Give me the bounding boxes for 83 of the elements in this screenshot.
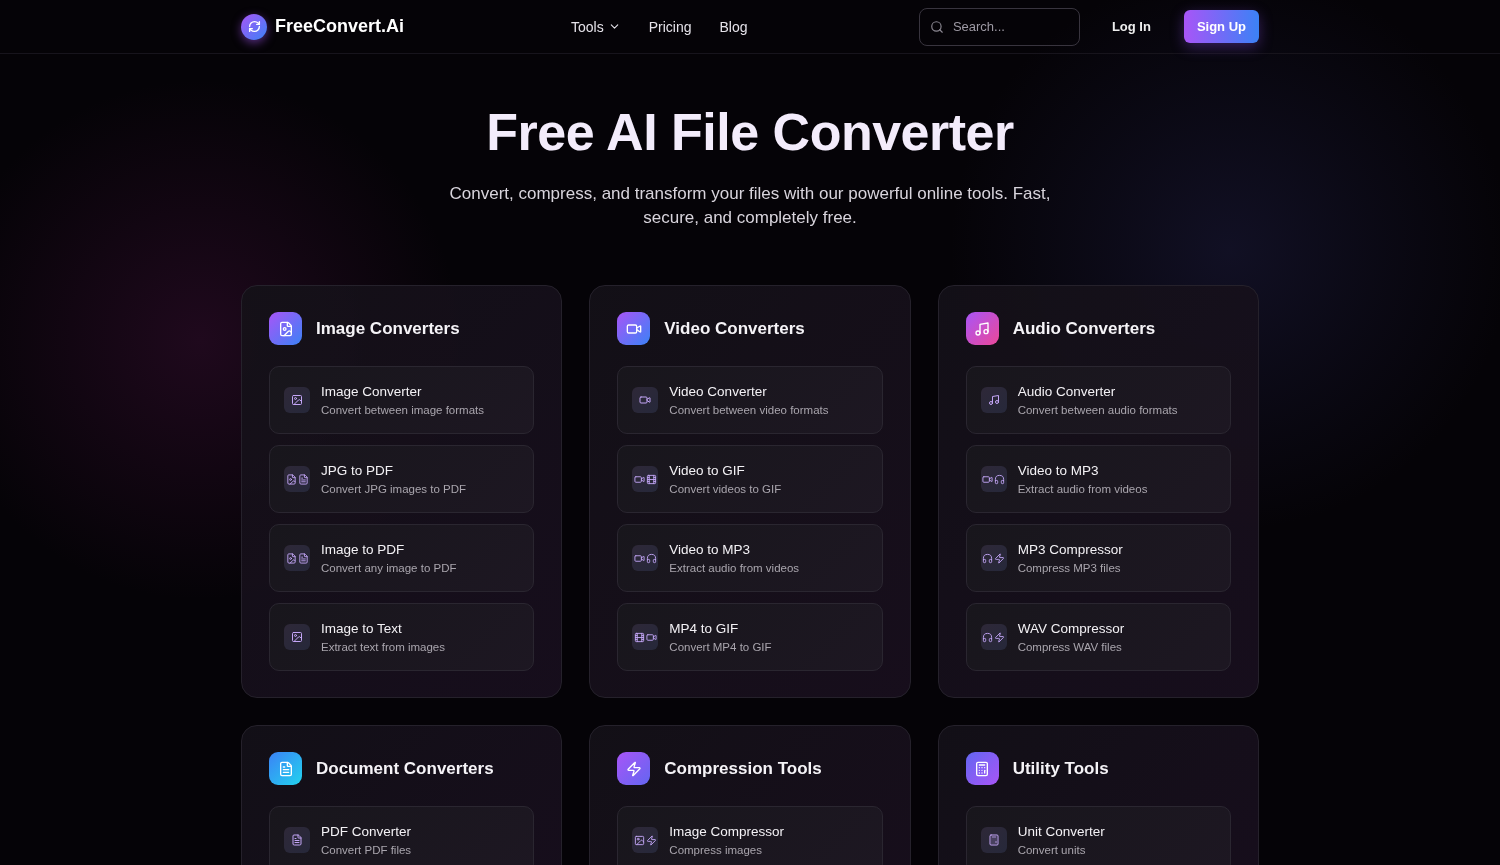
hero-title: Free AI File Converter [486, 102, 1014, 162]
tool-description: Convert MP4 to GIF [669, 641, 772, 653]
category-title: Video Converters [664, 318, 805, 339]
tool-description: Convert between image formats [321, 404, 484, 416]
tool-description: Convert between video formats [669, 404, 829, 416]
tool-name: Unit Converter [1017, 824, 1105, 839]
nav-link[interactable]: Blog [719, 18, 748, 35]
tool-item[interactable]: Audio Converter Convert between audio formats [965, 366, 1231, 434]
tool-item[interactable]: Video Converter Convert between video formats [617, 366, 883, 434]
tool-name: MP4 to GIF [669, 621, 740, 636]
tool-item[interactable]: Video to MP3 Extract audio from videos [617, 524, 883, 592]
document-icon [284, 827, 310, 853]
tool-name: PDF Converter [321, 824, 412, 839]
tool-item[interactable]: Unit Converter Convert units [965, 806, 1231, 865]
tool-name: Image Converter [321, 384, 423, 399]
image-to-document-icon [284, 466, 310, 492]
tool-item[interactable]: WAV Compressor Compress WAV files [965, 603, 1231, 671]
tool-name: Video to GIF [669, 463, 746, 478]
tool-description: Convert units [1017, 844, 1087, 856]
tool-description: Compress WAV files [1017, 641, 1123, 653]
image-file-icon [269, 312, 302, 345]
music-note-icon [980, 387, 1007, 413]
tool-name: Audio Converter [1017, 384, 1117, 399]
category-title: Compression Tools [664, 758, 822, 779]
tool-name: Image to Text [321, 621, 403, 636]
calculator-icon [980, 827, 1007, 853]
tool-description: Convert between audio formats [1017, 404, 1178, 416]
tool-description: Compress MP3 files [1017, 562, 1122, 574]
video-camera-icon [632, 387, 659, 413]
tool-description: Extract text from images [321, 641, 445, 653]
nav-link[interactable]: Tools [571, 18, 621, 35]
tool-name: JPG to PDF [321, 463, 394, 478]
film-to-video-icon [632, 624, 659, 650]
headphones-lightning-icon [980, 545, 1007, 571]
refresh-logo-icon [241, 13, 267, 40]
tool-name: WAV Compressor [1017, 621, 1125, 636]
lightning-icon [617, 752, 651, 785]
tool-item[interactable]: Image to Text Extract text from images [269, 603, 535, 671]
tool-item[interactable]: MP3 Compressor Compress MP3 files [965, 524, 1231, 592]
category-title: Image Converters [316, 318, 460, 339]
tool-description: Convert PDF files [321, 844, 412, 856]
tool-item[interactable]: MP4 to GIF Convert MP4 to GIF [617, 603, 883, 671]
headphones-lightning-icon [980, 624, 1007, 650]
tool-description: Convert any image to PDF [321, 562, 457, 574]
video-to-headphones-icon [632, 545, 659, 571]
tool-name: Image Compressor [669, 824, 785, 839]
video-to-headphones-icon [980, 466, 1007, 492]
tool-name: Video to MP3 [669, 542, 752, 557]
document-icon [269, 752, 302, 785]
tool-item[interactable]: Image Compressor Compress images [617, 806, 883, 865]
tool-item[interactable]: JPG to PDF Convert JPG images to PDF [269, 445, 535, 513]
tool-description: Extract audio from videos [669, 562, 800, 574]
tool-description: Convert videos to GIF [669, 483, 782, 495]
sign-up-button[interactable]: Sign Up [1183, 10, 1259, 43]
tool-name: Video Converter [669, 384, 768, 399]
music-note-icon [965, 312, 999, 345]
tool-description: Convert JPG images to PDF [321, 483, 467, 495]
search-field[interactable]: Search... [918, 7, 1080, 46]
hero-subtitle: Convert, compress, and transform your files with our powerful online tools. Fast, secure, and completely free. [448, 183, 1052, 229]
tool-description: Compress images [669, 844, 763, 856]
tool-item[interactable]: Video to GIF Convert videos to GIF [617, 445, 883, 513]
tool-name: Video to MP3 [1017, 463, 1100, 478]
image-to-document-icon [284, 545, 310, 571]
category-title: Audio Converters [1012, 318, 1156, 339]
image-icon [284, 624, 310, 650]
tool-item[interactable]: Image to PDF Convert any image to PDF [269, 524, 535, 592]
search-icon [929, 19, 944, 34]
tool-item[interactable]: PDF Converter Convert PDF files [269, 806, 535, 865]
tool-description: Extract audio from videos [1017, 483, 1148, 495]
calculator-icon [965, 752, 999, 785]
image-icon [284, 387, 310, 413]
tool-name: Image to PDF [321, 542, 406, 557]
video-to-film-icon [632, 466, 659, 492]
log-in-button[interactable]: Log In [1105, 18, 1157, 35]
tool-item[interactable]: Video to MP3 Extract audio from videos [965, 445, 1231, 513]
tool-item[interactable]: Image Converter Convert between image formats [269, 366, 535, 434]
category-title: Document Converters [316, 758, 494, 779]
nav-link[interactable]: Pricing [648, 18, 692, 35]
category-title: Utility Tools [1012, 758, 1109, 779]
brand-name: FreeConvert.Ai [275, 16, 405, 37]
tool-name: MP3 Compressor [1017, 542, 1123, 557]
image-lightning-icon [632, 827, 659, 853]
video-camera-icon [617, 312, 651, 345]
